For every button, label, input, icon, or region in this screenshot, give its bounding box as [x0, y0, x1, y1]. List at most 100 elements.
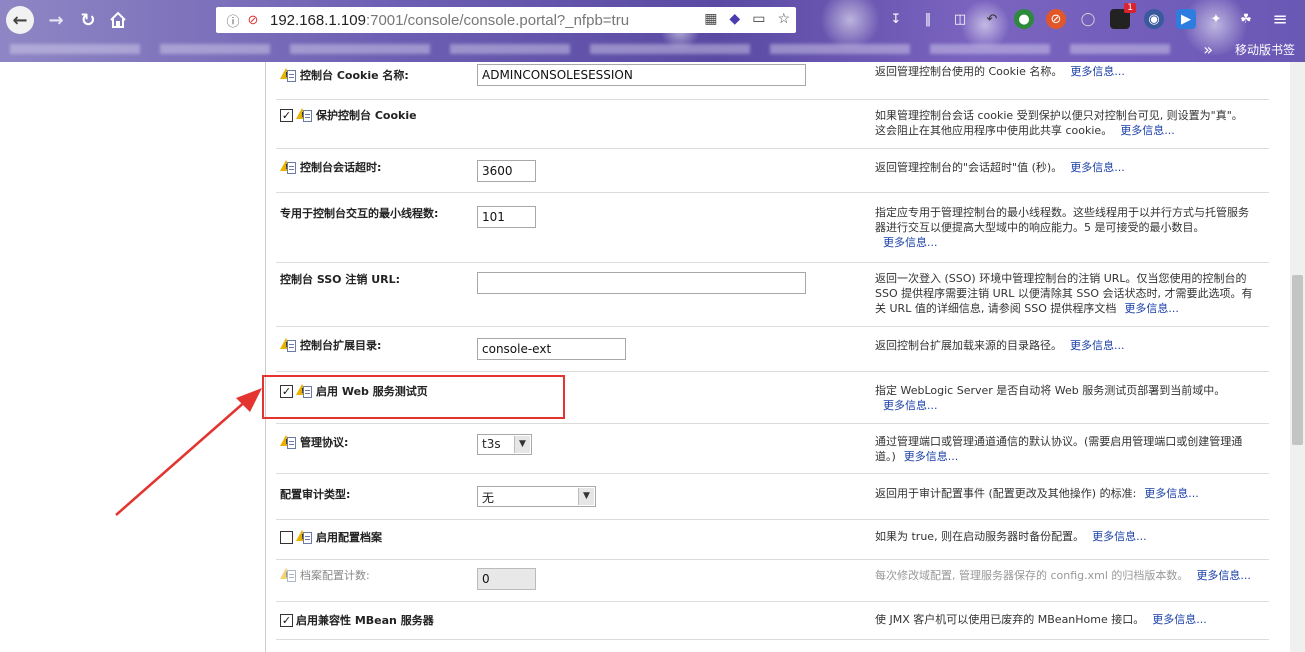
- scrollbar-thumb[interactable]: [1292, 275, 1303, 445]
- setting-label: 管理协议:: [300, 436, 349, 449]
- restart-required-icon: !: [280, 159, 297, 175]
- more-info-link[interactable]: 更多信息...: [1196, 569, 1251, 582]
- setting-label-wrap: ! 启用配置档案: [280, 529, 382, 545]
- setting-label: 配置审计类型:: [280, 488, 351, 501]
- page-content: ! 控制台 Cookie 名称: 返回管理控制台使用的 Cookie 名称。更多…: [0, 62, 1305, 652]
- setting-row-compat-mbean: ✓ 启用兼容性 MBean 服务器 使 JMX 客户机可以使用已废弃的 MBea…: [276, 602, 1269, 640]
- setting-row-archive-count: ! 档案配置计数: 每次修改域配置, 管理服务器保存的 config.xml 的…: [276, 560, 1269, 602]
- config-archive-checkbox[interactable]: [280, 530, 293, 544]
- session-timeout-input[interactable]: [477, 160, 536, 182]
- more-info-link[interactable]: 更多信息...: [1124, 302, 1179, 315]
- more-info-link[interactable]: 更多信息...: [1070, 65, 1125, 78]
- description-text: 返回用于审计配置事件 (配置更改及其他操作) 的标准:: [875, 487, 1137, 500]
- bookmarks-overflow-icon[interactable]: »: [1203, 40, 1213, 59]
- setting-row-sso-logout-url: 控制台 SSO 注销 URL: 返回一次登入 (SSO) 环境中管理控制台的注销…: [276, 263, 1269, 327]
- circle-icon[interactable]: ◯: [1078, 9, 1098, 29]
- mobile-bookmarks-folder[interactable]: 移动版书签: [1235, 41, 1295, 58]
- extension-cube-icon[interactable]: ◆: [729, 10, 740, 27]
- reload-icon: ↻: [80, 9, 96, 31]
- restart-required-icon: !: [296, 383, 313, 399]
- extension-green-icon[interactable]: ●: [1014, 9, 1034, 29]
- protect-cookie-checkbox[interactable]: ✓: [280, 108, 293, 122]
- setting-description: 如果为 true, 则在启动服务器时备份配置。 更多信息...: [875, 529, 1253, 544]
- setting-label-wrap: ✓ 启用兼容性 MBean 服务器: [280, 612, 434, 628]
- address-bar[interactable]: ⓘ ⊘ 192.168.1.109 :7001/console/console.…: [216, 7, 796, 33]
- home-icon: [110, 11, 126, 28]
- setting-description: 指定 WebLogic Server 是否自动将 Web 服务测试页部署到当前域…: [875, 383, 1253, 413]
- setting-description: 如果管理控制台会话 cookie 受到保护以便只对控制台可见, 则设置为"真"。…: [875, 108, 1253, 138]
- setting-label: 启用兼容性 MBean 服务器: [296, 614, 434, 627]
- cookie-name-input[interactable]: [477, 64, 806, 86]
- more-info-link[interactable]: 更多信息...: [883, 399, 938, 412]
- more-info-link[interactable]: 更多信息...: [1070, 161, 1125, 174]
- setting-row-admin-protocol: ! 管理协议: t3s ▼ 通过管理端口或管理通道通信的默认协议。(需要启用管理…: [276, 424, 1269, 474]
- sidebar-icon[interactable]: ◫: [950, 9, 970, 29]
- archive-count-input[interactable]: [477, 568, 536, 590]
- setting-description: 通过管理端口或管理通道通信的默认协议。(需要启用管理端口或创建管理通道。) 更多信…: [875, 434, 1253, 464]
- setting-label-wrap: ! 管理协议:: [280, 434, 348, 450]
- menu-icon[interactable]: ≡: [1270, 9, 1290, 30]
- insecure-icon[interactable]: ⊘: [244, 12, 262, 28]
- extension-dir-input[interactable]: [477, 338, 626, 360]
- sso-logout-url-input[interactable]: [477, 272, 806, 294]
- setting-row-extension-dir: ! 控制台扩展目录: 返回控制台扩展加载来源的目录路径。更多信息...: [276, 327, 1269, 372]
- globe-icon[interactable]: ◉: [1144, 9, 1164, 29]
- more-info-link[interactable]: 更多信息...: [1144, 487, 1199, 500]
- more-info-link[interactable]: 更多信息...: [1092, 530, 1147, 543]
- setting-description: 使 JMX 客户机可以使用已废弃的 MBeanHome 接口。 更多信息...: [875, 612, 1253, 627]
- library-icon[interactable]: ‖: [918, 9, 938, 29]
- setting-label: 档案配置计数:: [300, 569, 370, 582]
- setting-label: 控制台 Cookie 名称:: [300, 69, 409, 82]
- admin-protocol-select[interactable]: t3s ▼: [477, 434, 532, 455]
- translate-icon[interactable]: ▶: [1176, 9, 1196, 29]
- download-icon[interactable]: ↧: [886, 9, 906, 29]
- ws-test-page-checkbox[interactable]: ✓: [280, 384, 293, 398]
- more-info-link[interactable]: 更多信息...: [1152, 613, 1207, 626]
- selected-value: t3s: [482, 437, 501, 451]
- more-info-link[interactable]: 更多信息...: [883, 236, 938, 249]
- audit-type-select[interactable]: 无 ▼: [477, 486, 596, 507]
- evernote-icon[interactable]: ☘: [1236, 9, 1256, 29]
- setting-row-session-timeout: ! 控制台会话超时: 返回管理控制台的"会话超时"值 (秒)。更多信息...: [276, 149, 1269, 193]
- setting-description: 指定应专用于管理控制台的最小线程数。这些线程用于以并行方式与托管服务器进行交互以…: [875, 205, 1253, 250]
- more-info-link[interactable]: 更多信息...: [1120, 124, 1175, 137]
- restart-required-icon: !: [280, 567, 297, 583]
- setting-label-wrap: ✓ ! 启用 Web 服务测试页: [280, 383, 428, 399]
- setting-label: 专用于控制台交互的最小线程数:: [280, 207, 439, 220]
- back-button[interactable]: ←: [6, 6, 34, 34]
- sparkle-icon[interactable]: ✦: [1206, 9, 1226, 29]
- setting-label: 启用 Web 服务测试页: [316, 385, 428, 398]
- info-icon[interactable]: ⓘ: [224, 11, 242, 30]
- setting-row-min-threads: 专用于控制台交互的最小线程数: 指定应专用于管理控制台的最小线程数。这些线程用于…: [276, 193, 1269, 263]
- bookmark-star-icon[interactable]: ☆: [777, 10, 790, 27]
- home-button[interactable]: [104, 6, 132, 34]
- compat-mbean-checkbox[interactable]: ✓: [280, 613, 293, 627]
- setting-label-wrap: 配置审计类型:: [280, 486, 350, 502]
- setting-row-audit-type: 配置审计类型: 无 ▼ 返回用于审计配置事件 (配置更改及其他操作) 的标准: 更…: [276, 474, 1269, 520]
- undo-icon[interactable]: ↶: [982, 9, 1002, 29]
- extension-badge: 1: [1124, 3, 1136, 13]
- description-text: 指定应专用于管理控制台的最小线程数。这些线程用于以并行方式与托管服务器进行交互以…: [875, 206, 1249, 234]
- more-info-link[interactable]: 更多信息...: [904, 450, 959, 463]
- block-icon[interactable]: ⊘: [1046, 9, 1066, 29]
- vertical-scrollbar[interactable]: [1290, 62, 1305, 652]
- screen-icon[interactable]: ▭: [752, 10, 765, 27]
- restart-required-icon: !: [280, 434, 297, 450]
- setting-description: 返回管理控制台使用的 Cookie 名称。 更多信息...: [875, 64, 1253, 79]
- description-text: 指定 WebLogic Server 是否自动将 Web 服务测试页部署到当前域…: [875, 384, 1226, 397]
- bookmarks-bar: » 移动版书签: [0, 36, 1305, 62]
- qr-code-icon[interactable]: ▦: [704, 10, 717, 27]
- extension-dark-icon[interactable]: 1: [1110, 3, 1136, 29]
- forward-button[interactable]: →: [42, 6, 70, 34]
- more-info-link[interactable]: 更多信息...: [1070, 339, 1125, 352]
- restart-required-icon: !: [296, 107, 313, 123]
- setting-description: 每次修改域配置, 管理服务器保存的 config.xml 的归档版本数。 更多信息…: [875, 568, 1253, 583]
- reload-button[interactable]: ↻: [74, 6, 102, 34]
- min-threads-input[interactable]: [477, 206, 536, 228]
- description-text: 返回管理控制台的"会话超时"值 (秒)。: [875, 161, 1063, 174]
- chevron-down-icon: ▼: [514, 436, 530, 453]
- setting-description: 返回用于审计配置事件 (配置更改及其他操作) 的标准: 更多信息...: [875, 486, 1253, 501]
- setting-label-wrap: 控制台 SSO 注销 URL:: [280, 271, 400, 287]
- setting-label: 控制台 SSO 注销 URL:: [280, 273, 401, 286]
- setting-label: 启用配置档案: [316, 531, 382, 544]
